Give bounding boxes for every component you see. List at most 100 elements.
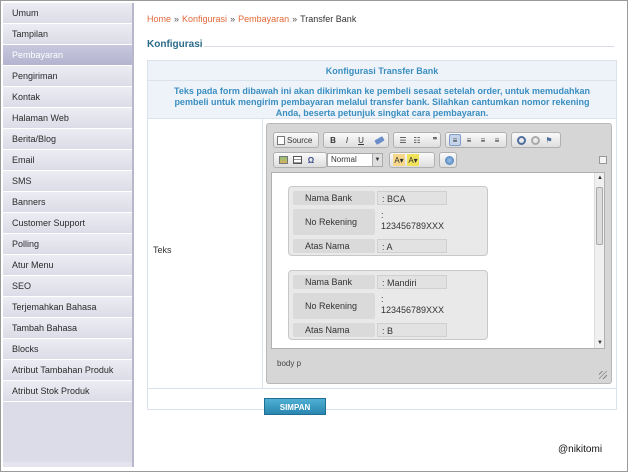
table-icon[interactable] (291, 154, 303, 166)
source-icon (277, 135, 285, 145)
align-left-icon[interactable]: ≡ (449, 134, 461, 146)
sidebar-filler (3, 402, 132, 462)
sidebar-item-banners[interactable]: Banners (3, 192, 132, 213)
main-content: Home» Konfigurasi» Pembayaran» Transfer Ban… (138, 3, 624, 467)
sidebar-item-kontak[interactable]: Kontak (3, 87, 132, 108)
bank-card: Nama Bank : Mandiri No Rekening :1234567… (288, 270, 488, 340)
scroll-down-icon[interactable]: ▼ (596, 340, 604, 346)
sidebar-item-tampilan[interactable]: Tampilan (3, 24, 132, 45)
teks-row: Teks Source B I U ☰ ☷ ❞ ≡ ≡ ≡ ≡ ⚑ Ω Norm… (148, 119, 616, 389)
sidebar-item-umum[interactable]: Umum (3, 3, 132, 24)
source-label: Source (287, 135, 313, 145)
link-group: ⚑ (511, 132, 561, 148)
toolbar-collapse-button[interactable] (599, 156, 607, 164)
italic-button[interactable]: I (341, 134, 353, 146)
resize-handle-icon[interactable] (599, 371, 607, 379)
bg-color-icon[interactable]: A▾ (407, 154, 419, 166)
holder-row: Atas Nama : B (293, 323, 481, 337)
account-row: No Rekening :123456789XXX (293, 293, 481, 319)
source-group: Source (273, 132, 319, 148)
account-row: No Rekening :123456789XXX (293, 209, 481, 235)
teks-label: Teks (153, 245, 172, 255)
actions-row (148, 389, 616, 409)
source-button[interactable]: Source (277, 134, 312, 146)
blockquote-icon[interactable]: ❞ (429, 134, 441, 146)
breadcrumb-konfigurasi[interactable]: Konfigurasi (182, 14, 227, 24)
credit-text: @nikitomi (558, 444, 603, 455)
account-number: 123456789XXX (381, 305, 445, 315)
bank-card: Nama Bank : BCA No Rekening :123456789XX… (288, 186, 488, 256)
breadcrumb-separator: » (174, 14, 180, 24)
sidebar-item-email[interactable]: Email (3, 150, 132, 171)
sidebar-item-atribut-tambahan-produk[interactable]: Atribut Tambahan Produk (3, 360, 132, 381)
title-divider (204, 46, 614, 47)
sidebar-item-tambah-bahasa[interactable]: Tambah Bahasa (3, 318, 132, 339)
sidebar-item-seo[interactable]: SEO (3, 276, 132, 297)
form-description: Teks pada form dibawah ini akan dikirimk… (148, 81, 616, 119)
sidebar-item-berita-blog[interactable]: Berita/Blog (3, 129, 132, 150)
chevron-down-icon: ▼ (372, 154, 382, 166)
align-right-icon[interactable]: ≡ (477, 134, 489, 146)
holder-label: Atas Nama (293, 323, 375, 337)
bank-name-value: : Mandiri (377, 275, 447, 289)
list-group: ☰ ☷ ❞ (393, 132, 441, 148)
bulleted-list-icon[interactable]: ☷ (411, 134, 423, 146)
sidebar-item-halaman-web[interactable]: Halaman Web (3, 108, 132, 129)
anchor-flag-icon[interactable]: ⚑ (543, 134, 555, 146)
breadcrumb-separator: » (230, 14, 236, 24)
breadcrumb-separator: » (292, 14, 298, 24)
breadcrumb-pembayaran[interactable]: Pembayaran (238, 14, 289, 24)
sidebar-item-atur-menu[interactable]: Atur Menu (3, 255, 132, 276)
eraser-icon[interactable] (373, 134, 385, 146)
account-value: :123456789XXX (377, 209, 447, 235)
maximize-group (439, 152, 457, 168)
sidebar-item-atribut-stok-produk[interactable]: Atribut Stok Produk (3, 381, 132, 402)
special-char-icon[interactable]: Ω (305, 154, 317, 166)
sidebar-item-pengiriman[interactable]: Pengiriman (3, 66, 132, 87)
account-label: No Rekening (293, 209, 375, 235)
bank-name-value: : BCA (377, 191, 447, 205)
holder-value: : B (377, 323, 447, 337)
account-prefix: : (381, 294, 384, 304)
maximize-icon[interactable] (443, 154, 455, 166)
save-button[interactable]: SIMPAN (264, 398, 326, 415)
unlink-icon[interactable] (529, 134, 541, 146)
account-number: 123456789XXX (381, 221, 445, 231)
scroll-up-icon[interactable]: ▲ (596, 175, 604, 181)
sidebar: Umum Tampilan Pembayaran Pengiriman Kont… (3, 3, 134, 467)
rich-text-editor: Source B I U ☰ ☷ ❞ ≡ ≡ ≡ ≡ ⚑ Ω Normal ▼ … (266, 123, 612, 384)
holder-value: : A (377, 239, 447, 253)
bold-button[interactable]: B (327, 134, 339, 146)
align-justify-icon[interactable]: ≡ (491, 134, 503, 146)
image-icon[interactable] (277, 154, 289, 166)
breadcrumb-current: Transfer Bank (300, 14, 357, 24)
editor-toolbar: Source B I U ☰ ☷ ❞ ≡ ≡ ≡ ≡ ⚑ Ω Normal ▼ … (271, 128, 607, 172)
sidebar-item-terjemahkan-bahasa[interactable]: Terjemahkan Bahasa (3, 297, 132, 318)
editor-scrollbar[interactable]: ▲ ▼ (594, 173, 604, 348)
insert-group: Ω (273, 152, 327, 168)
align-center-icon[interactable]: ≡ (463, 134, 475, 146)
row-divider (262, 119, 263, 389)
page-title: Konfigurasi (147, 39, 203, 50)
scroll-thumb[interactable] (596, 187, 603, 245)
text-color-icon[interactable]: A▾ (393, 154, 405, 166)
holder-row: Atas Nama : A (293, 239, 481, 253)
bank-name-row: Nama Bank : BCA (293, 191, 481, 205)
bank-name-label: Nama Bank (293, 191, 375, 205)
editor-path-bar: body p (277, 359, 302, 368)
sidebar-item-sms[interactable]: SMS (3, 171, 132, 192)
breadcrumb-home[interactable]: Home (147, 14, 171, 24)
format-select[interactable]: Normal ▼ (327, 153, 383, 167)
numbered-list-icon[interactable]: ☰ (397, 134, 409, 146)
sidebar-item-blocks[interactable]: Blocks (3, 339, 132, 360)
breadcrumb: Home» Konfigurasi» Pembayaran» Transfer Ban… (147, 14, 356, 24)
account-prefix: : (381, 210, 384, 220)
sidebar-item-polling[interactable]: Polling (3, 234, 132, 255)
link-icon[interactable] (515, 134, 527, 146)
bank-name-label: Nama Bank (293, 275, 375, 289)
sidebar-item-pembayaran[interactable]: Pembayaran (3, 45, 132, 66)
underline-button[interactable]: U (355, 134, 367, 146)
editor-content[interactable]: Nama Bank : BCA No Rekening :123456789XX… (271, 172, 605, 349)
account-value: :123456789XXX (377, 293, 447, 319)
sidebar-item-customer-support[interactable]: Customer Support (3, 213, 132, 234)
